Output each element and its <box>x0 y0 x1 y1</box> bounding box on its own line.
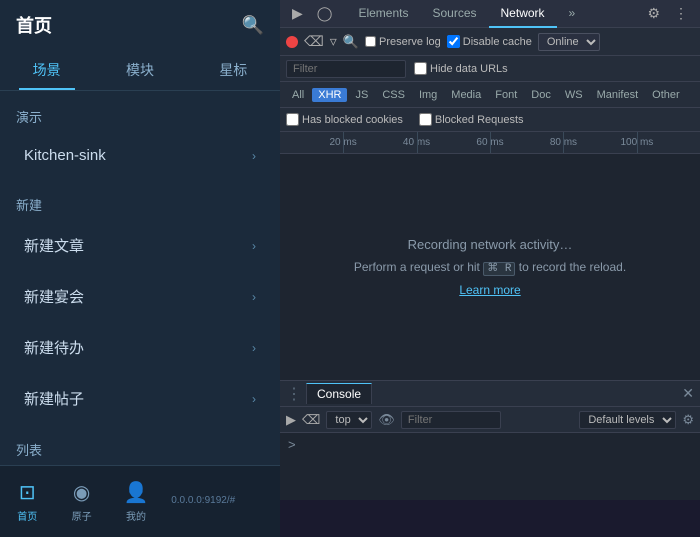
chevron-right-icon: › <box>252 290 256 304</box>
bottom-tab-atom-label: 原子 <box>72 508 92 523</box>
blocked-bar: Has blocked cookies Blocked Requests <box>280 108 700 132</box>
left-header: 首页 🔍 <box>0 0 280 50</box>
keyboard-shortcut: ⌘ R <box>483 262 515 276</box>
type-btn-ws[interactable]: WS <box>559 88 589 102</box>
timeline-line-40 <box>417 132 418 153</box>
page-title: 首页 <box>16 12 52 38</box>
devtools-icon-bar: ▶ ◯ Elements Sources Network » ⚙ ⋮ <box>280 0 700 28</box>
default-levels-select[interactable]: Default levels <box>579 411 676 429</box>
filter-bar: Hide data URLs <box>280 56 700 82</box>
chevron-right-icon: › <box>252 341 256 355</box>
console-toolbar: ▶ ⌫ top 👁 Default levels ⚙ <box>280 407 700 433</box>
search-icon[interactable]: 🔍 <box>343 34 359 50</box>
chevron-right-icon: › <box>252 392 256 406</box>
online-select[interactable]: Online <box>538 33 600 51</box>
console-prompt: > <box>288 437 296 452</box>
network-main-area: Recording network activity… Perform a re… <box>280 154 700 380</box>
type-btn-other[interactable]: Other <box>646 88 686 102</box>
devtools-panel: ▶ ◯ Elements Sources Network » ⚙ ⋮ ⌫ ▿ 🔍 <box>280 0 700 500</box>
bottom-tab-bar: ⊡ 首页 ◉ 原子 👤 我的 0.0.0.0:9192/# <box>0 465 280 537</box>
console-tab-bar: ⋮ Console ✕ <box>280 381 700 407</box>
type-btn-img[interactable]: Img <box>413 88 443 102</box>
timeline-line-60 <box>490 132 491 153</box>
close-icon[interactable]: ✕ <box>682 385 694 402</box>
type-btn-css[interactable]: CSS <box>376 88 411 102</box>
context-select[interactable]: top <box>326 411 372 429</box>
console-tab[interactable]: Console <box>306 383 372 404</box>
bottom-tab-home-label: 首页 <box>17 508 37 523</box>
atom-icon: ◉ <box>73 480 90 505</box>
devtools-tab-bar: Elements Sources Network » <box>346 0 637 28</box>
section-list-label: 列表 <box>0 424 280 465</box>
type-btn-all[interactable]: All <box>286 88 310 102</box>
console-body: > <box>280 433 700 500</box>
tab-scene[interactable]: 场景 <box>0 50 93 90</box>
bottom-tab-atom[interactable]: ◉ 原子 <box>54 474 108 529</box>
chevron-right-icon: › <box>252 149 256 163</box>
gear-icon[interactable]: ⚙ <box>643 3 664 24</box>
drag-handle-icon[interactable]: ⋮ <box>286 384 302 404</box>
tab-more[interactable]: » <box>557 0 588 28</box>
console-panel: ⋮ Console ✕ ▶ ⌫ top 👁 Default levels ⚙ > <box>280 380 700 500</box>
recording-text: Recording network activity… <box>408 237 573 252</box>
perform-text: Perform a request or hit ⌘ R to record t… <box>354 260 626 275</box>
chevron-right-icon: › <box>252 239 256 253</box>
menu-item-kitchen-sink[interactable]: Kitchen-sink › <box>8 133 272 178</box>
learn-more-link[interactable]: Learn more <box>459 283 520 297</box>
has-blocked-cookies-checkbox[interactable]: Has blocked cookies <box>286 113 403 126</box>
bottom-tab-mine[interactable]: 👤 我的 <box>109 474 163 529</box>
run-icon[interactable]: ▶ <box>286 412 296 428</box>
menu-item-new-banquet[interactable]: 新建宴会 › <box>8 272 272 321</box>
menu-item-new-post[interactable]: 新建帖子 › <box>8 374 272 423</box>
disable-cache-checkbox[interactable]: Disable cache <box>447 35 532 48</box>
user-icon: 👤 <box>124 480 149 505</box>
record-button[interactable] <box>286 36 298 48</box>
type-btn-manifest[interactable]: Manifest <box>591 88 645 102</box>
timeline-line-100 <box>637 132 638 153</box>
devtools-device-icon[interactable]: ◯ <box>313 3 337 24</box>
section-demo-label: 演示 <box>0 91 280 132</box>
home-icon: ⊡ <box>19 480 36 505</box>
devtools-cursor-icon[interactable]: ▶ <box>288 3 307 24</box>
timeline-line-20 <box>343 132 344 153</box>
clear-button[interactable]: ⌫ <box>304 33 324 50</box>
preserve-log-checkbox[interactable]: Preserve log <box>365 36 441 48</box>
type-filter-bar: All XHR JS CSS Img Media Font Doc WS Man… <box>280 82 700 108</box>
left-panel: 首页 🔍 场景 模块 星标 演示 Kitchen-sink › 新建 新建文章 … <box>0 0 280 500</box>
timeline-header: 20 ms 40 ms 60 ms 80 ms 100 ms <box>280 132 700 154</box>
address-bar: 0.0.0.0:9192/# <box>163 493 280 510</box>
console-filter-input[interactable] <box>401 411 501 429</box>
eye-icon[interactable]: 👁 <box>378 412 395 428</box>
menu-item-new-todo[interactable]: 新建待办 › <box>8 323 272 372</box>
menu-item-new-article[interactable]: 新建文章 › <box>8 221 272 270</box>
hide-data-urls-checkbox[interactable]: Hide data URLs <box>414 62 508 75</box>
blocked-requests-checkbox[interactable]: Blocked Requests <box>419 113 524 126</box>
tab-network[interactable]: Network <box>489 0 557 28</box>
type-btn-font[interactable]: Font <box>489 88 523 102</box>
type-btn-doc[interactable]: Doc <box>525 88 557 102</box>
filter-input[interactable] <box>286 60 406 78</box>
type-btn-xhr[interactable]: XHR <box>312 88 347 102</box>
left-tab-bar: 场景 模块 星标 <box>0 50 280 91</box>
ban-icon[interactable]: ⌫ <box>302 412 320 428</box>
type-btn-media[interactable]: Media <box>445 88 487 102</box>
network-toolbar: ⌫ ▿ 🔍 Preserve log Disable cache Online <box>280 28 700 56</box>
timeline-line-80 <box>563 132 564 153</box>
bottom-tab-home[interactable]: ⊡ 首页 <box>0 474 54 529</box>
bottom-tab-mine-label: 我的 <box>126 508 146 523</box>
section-new-label: 新建 <box>0 179 280 220</box>
filter-icon[interactable]: ▿ <box>330 33 337 50</box>
timeline-scale: 20 ms 40 ms 60 ms 80 ms 100 ms <box>286 132 694 153</box>
tab-star[interactable]: 星标 <box>187 50 280 90</box>
tab-elements[interactable]: Elements <box>346 0 420 28</box>
tab-sources[interactable]: Sources <box>420 0 488 28</box>
tab-module[interactable]: 模块 <box>93 50 186 90</box>
more-icon[interactable]: ⋮ <box>670 3 692 24</box>
search-icon[interactable]: 🔍 <box>242 15 264 36</box>
type-btn-js[interactable]: JS <box>349 88 374 102</box>
console-gear-icon[interactable]: ⚙ <box>682 412 694 428</box>
